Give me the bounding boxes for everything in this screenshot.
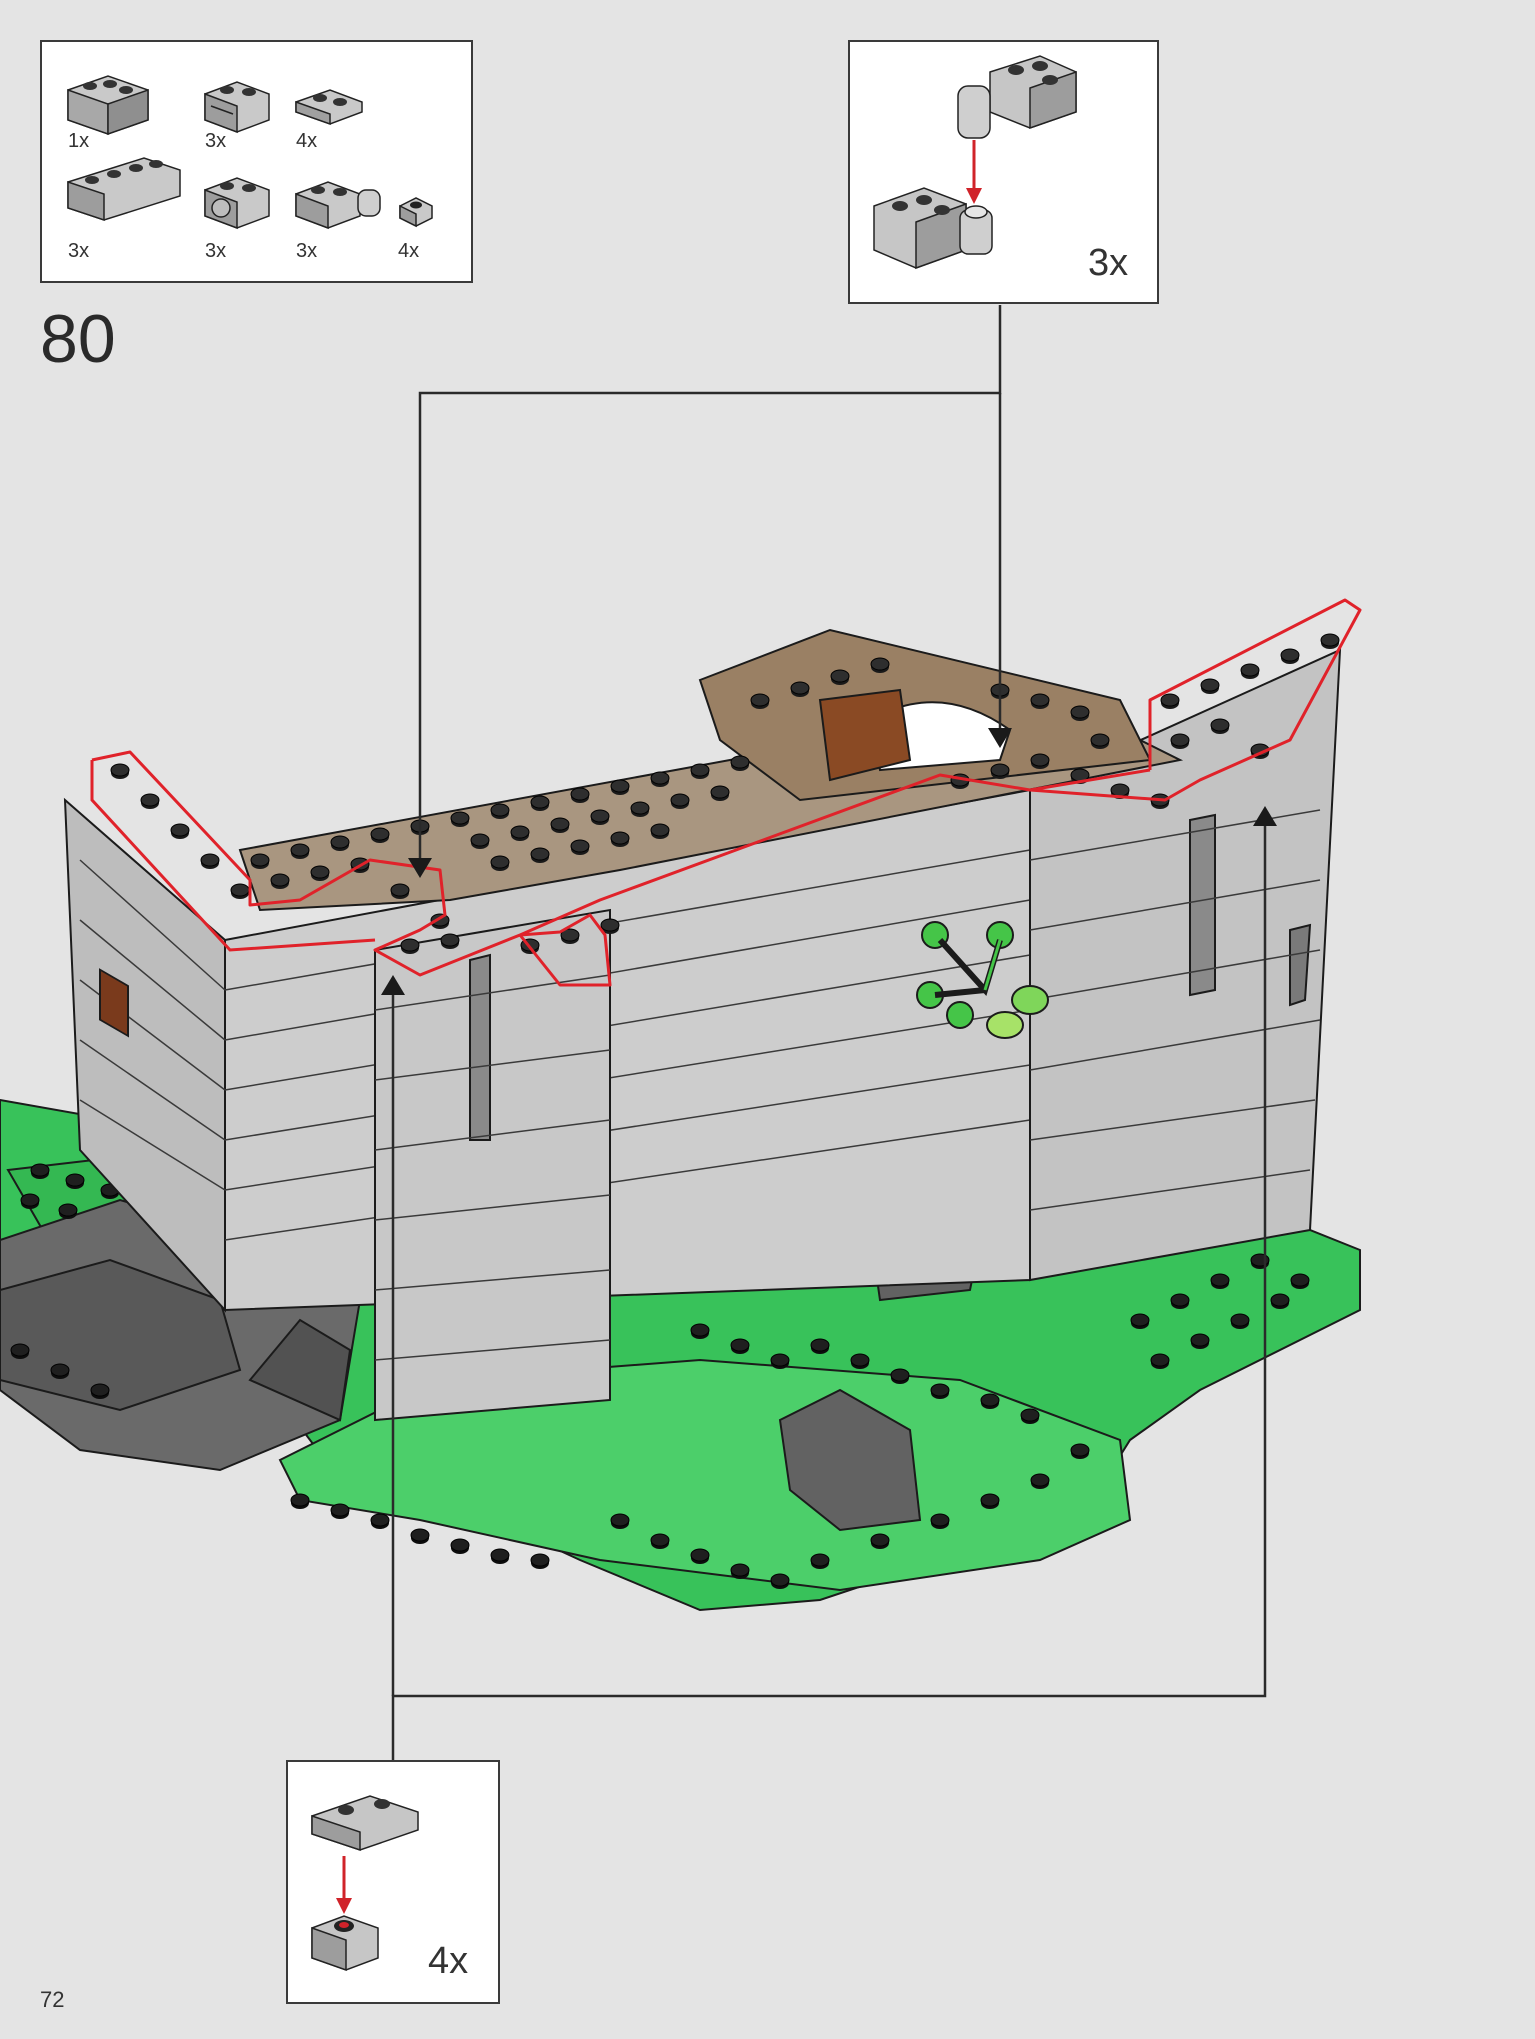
- part-qty-round-plate: 4x: [398, 240, 420, 262]
- instruction-illustration: [0, 55, 1362, 1972]
- plate-1x2-icon: [295, 89, 363, 126]
- step-number: 80: [40, 301, 116, 377]
- page-number: 72: [40, 1987, 65, 2012]
- brick-clip-icon: [204, 177, 270, 230]
- part-qty-brick-clip: 3x: [205, 240, 227, 262]
- part-qty-brick-modified: 3x: [205, 130, 227, 152]
- part-qty-plate-hinge: 3x: [296, 240, 318, 262]
- plate-callout-drawing: [311, 1795, 419, 1972]
- callout-qty-plate: 4x: [428, 1940, 469, 1982]
- model-assembly: [0, 598, 1362, 1612]
- hinge-callout-drawing: [873, 55, 1077, 270]
- part-qty-plate-1x2: 4x: [296, 130, 318, 152]
- round-plate-1x1-icon: [399, 197, 433, 228]
- brick-modified-1x2-icon: [204, 81, 270, 134]
- plate-hinge-icon: [295, 181, 381, 230]
- brick-corner-icon: [67, 75, 149, 136]
- brick-1x4-icon: [67, 157, 181, 222]
- callout-qty-hinge: 3x: [1088, 242, 1129, 284]
- part-qty-brick-1x4: 3x: [68, 240, 90, 262]
- part-qty-brick-corner: 1x: [68, 130, 90, 152]
